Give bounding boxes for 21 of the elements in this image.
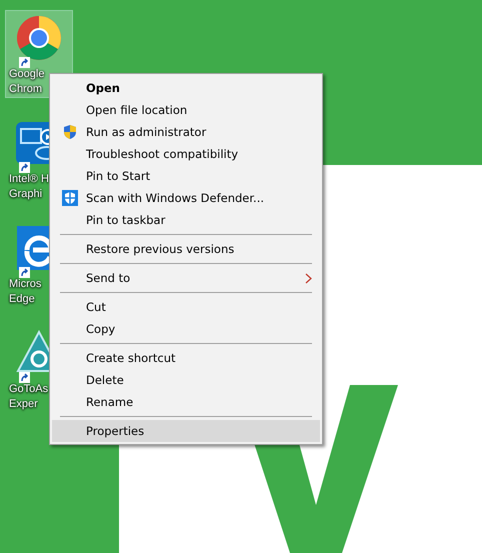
shortcut-arrow-icon <box>19 162 30 173</box>
shortcut-arrow-icon <box>19 267 30 278</box>
menu-item[interactable]: Cut <box>52 296 320 318</box>
chrome-icon <box>15 14 63 62</box>
menu-item[interactable]: Restore previous versions <box>52 238 320 260</box>
menu-item[interactable]: Send to <box>52 267 320 289</box>
menu-item[interactable]: Delete <box>52 369 320 391</box>
menu-item[interactable]: Run as administrator <box>52 121 320 143</box>
menu-item[interactable]: Open file location <box>52 99 320 121</box>
menu-item[interactable]: Copy <box>52 318 320 340</box>
menu-item[interactable]: Scan with Windows Defender... <box>52 187 320 209</box>
menu-item[interactable]: Rename <box>52 391 320 413</box>
menu-item[interactable]: Pin to Start <box>52 165 320 187</box>
menu-item[interactable]: Properties <box>52 420 320 442</box>
shortcut-arrow-icon <box>19 372 30 383</box>
shortcut-arrow-icon <box>19 57 30 68</box>
shield-icon <box>62 124 78 140</box>
menu-item[interactable]: Troubleshoot compatibility <box>52 143 320 165</box>
menu-item[interactable]: Pin to taskbar <box>52 209 320 231</box>
menu-item[interactable]: Create shortcut <box>52 347 320 369</box>
shield-icon <box>62 190 78 206</box>
